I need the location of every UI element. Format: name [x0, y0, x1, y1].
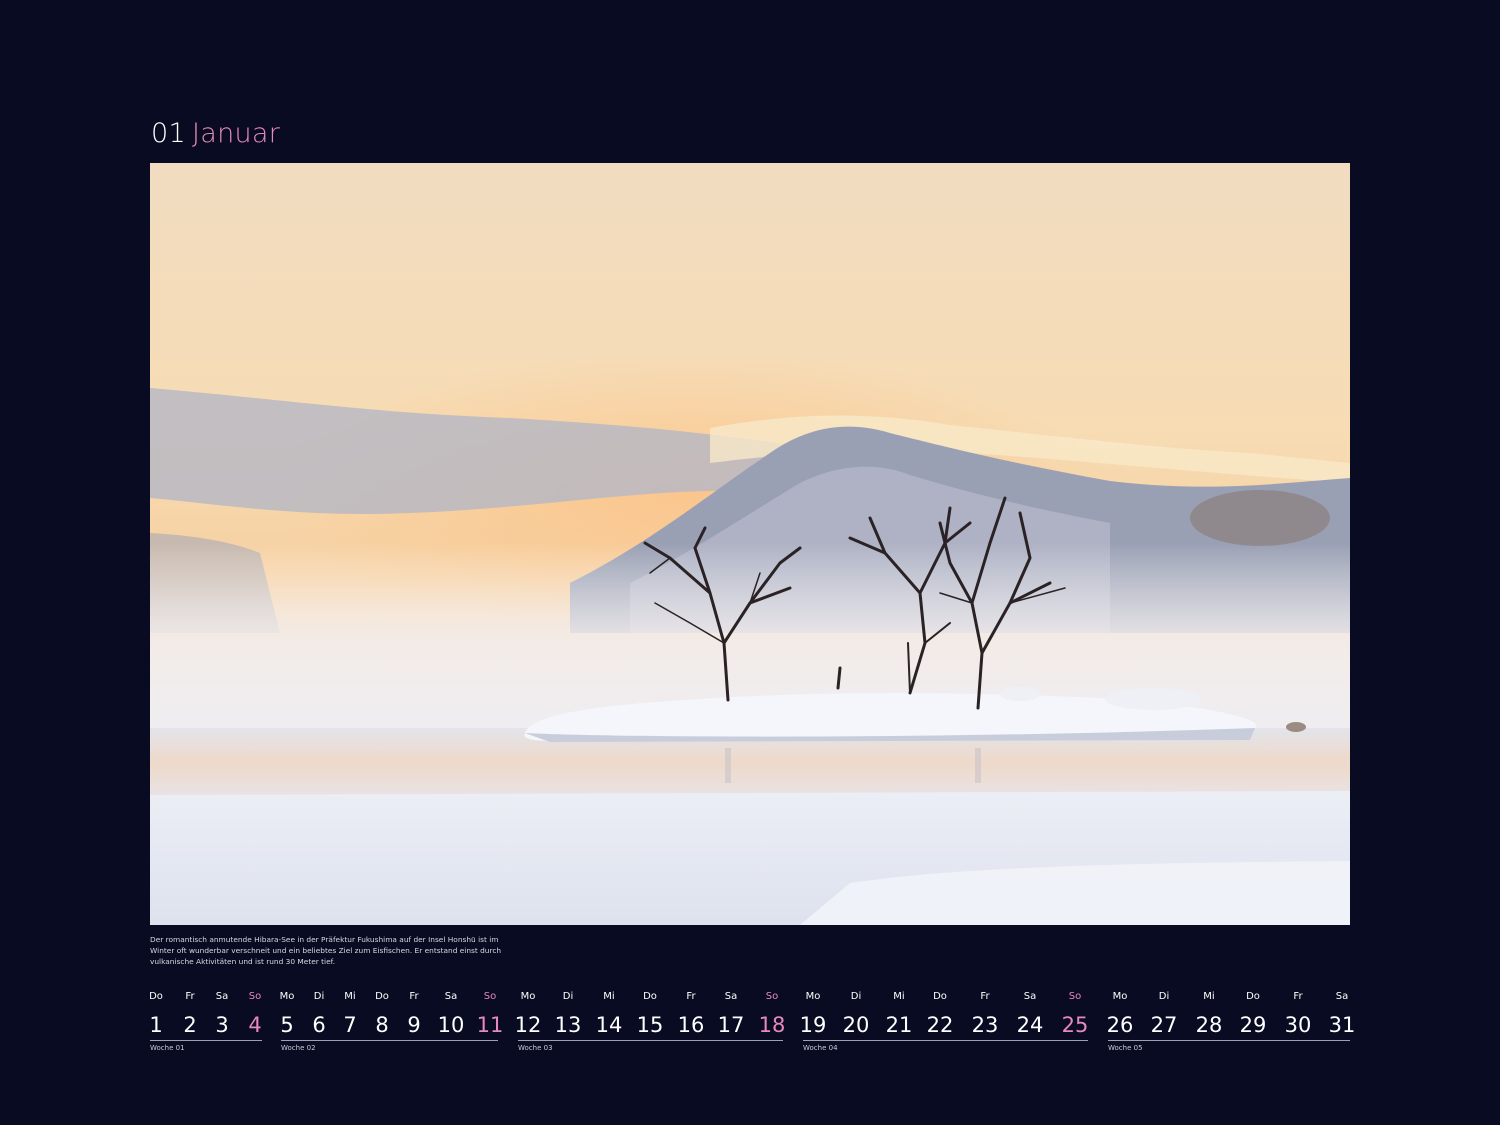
weekday-name: Sa	[1335, 991, 1349, 1002]
week-3: Woche 03 Mo 12 Di 13 Mi 14 Do 15 Fr 16 Sa 17 So 18	[515, 990, 786, 1052]
weekday-name: Mi	[893, 991, 905, 1002]
day-number: 17	[717, 1013, 745, 1037]
weekday-name: So	[765, 991, 779, 1002]
weekday-name: Mo	[1112, 991, 1128, 1002]
week-2: Woche 02 Mo 5 Di 6 Mi 7 Do 8 Fr 9 Sa 10 So 11	[280, 990, 504, 1052]
weekday-name: Sa	[1023, 991, 1037, 1002]
day-number: 12	[514, 1013, 542, 1037]
day-cell: Sa 24	[1010, 990, 1050, 1039]
weekday-name: Do	[643, 991, 657, 1002]
day-number: 23	[971, 1013, 999, 1037]
day-cell: Do 15	[630, 990, 670, 1039]
week-label: Woche 02	[281, 1044, 316, 1052]
month-name: Januar	[191, 118, 281, 149]
weekday-name: Fr	[409, 991, 419, 1002]
week-label: Woche 01	[150, 1044, 185, 1052]
day-number: 10	[437, 1013, 465, 1037]
weekday-name: Fr	[980, 991, 990, 1002]
month-number: 01	[151, 118, 186, 149]
day-number: 14	[595, 1013, 623, 1037]
day-cell: Do 22	[920, 990, 960, 1039]
day-cell: Fr 16	[671, 990, 711, 1039]
day-cell: Do 29	[1233, 990, 1273, 1039]
weekday-name: Fr	[1293, 991, 1303, 1002]
day-cell: Sa 10	[431, 990, 471, 1039]
day-number: 26	[1106, 1013, 1134, 1037]
day-number: 24	[1016, 1013, 1044, 1037]
week-label: Woche 05	[1108, 1044, 1143, 1052]
week-label: Woche 03	[518, 1044, 553, 1052]
day-number: 25	[1061, 1013, 1089, 1037]
day-number: 31	[1328, 1013, 1356, 1037]
weekday-name: Di	[1158, 991, 1170, 1002]
day-cell: So 18	[752, 990, 792, 1039]
weekday-name: Mo	[805, 991, 821, 1002]
day-cell: Fr 23	[965, 990, 1005, 1039]
photo-caption: Der romantisch anmutende Hibara-See in d…	[150, 935, 502, 966]
day-cell: Sa 17	[711, 990, 751, 1039]
calendar-strip: Woche 01 Do 1 Fr 2 Sa 3 So 4 Woche 02 Mo 5 Di 6 Mi 7…	[0, 990, 1500, 1060]
day-number: 13	[554, 1013, 582, 1037]
weekday-name: Do	[1246, 991, 1260, 1002]
day-number: 11	[476, 1013, 504, 1037]
day-number: 30	[1284, 1013, 1312, 1037]
week-divider	[1108, 1040, 1350, 1041]
weekday-name: Di	[850, 991, 862, 1002]
day-cell: Di 27	[1144, 990, 1184, 1039]
landscape-photo	[150, 163, 1350, 925]
weekday-name: Mi	[1203, 991, 1215, 1002]
day-number: 28	[1195, 1013, 1223, 1037]
weekday-name: Fr	[686, 991, 696, 1002]
weekday-name: Mi	[603, 991, 615, 1002]
day-number: 22	[926, 1013, 954, 1037]
weekday-name: So	[483, 991, 497, 1002]
weekday-name: Sa	[444, 991, 458, 1002]
day-cell: Mo 12	[508, 990, 548, 1039]
day-cell: So 25	[1055, 990, 1095, 1039]
weekday-name: Di	[562, 991, 574, 1002]
week-4: Woche 04 Mo 19 Di 20 Mi 21 Do 22 Fr 23 Sa 24 So 25	[800, 990, 1089, 1052]
day-cell: Mo 26	[1100, 990, 1140, 1039]
day-cell: Mi 28	[1189, 990, 1229, 1039]
week-divider	[150, 1040, 262, 1041]
day-cell: So 11	[470, 990, 510, 1039]
week-label: Woche 04	[803, 1044, 838, 1052]
day-cell: Fr 30	[1278, 990, 1318, 1039]
day-number: 19	[799, 1013, 827, 1037]
day-cell: Sa 31	[1322, 990, 1362, 1039]
weekday-name: So	[1068, 991, 1082, 1002]
day-number: 16	[677, 1013, 705, 1037]
week-divider	[518, 1040, 783, 1041]
day-number: 29	[1239, 1013, 1267, 1037]
day-cell: Fr 9	[394, 990, 434, 1039]
week-divider	[281, 1040, 498, 1041]
weekday-name: Sa	[724, 991, 738, 1002]
weekday-name: Do	[933, 991, 947, 1002]
month-title: 01 Januar	[151, 116, 280, 152]
week-1: Woche 01 Do 1 Fr 2 Sa 3 So 4	[149, 990, 262, 1052]
day-number: 9	[407, 1013, 421, 1037]
day-cell: Di 13	[548, 990, 588, 1039]
day-cell: Mi 14	[589, 990, 629, 1039]
day-number: 18	[758, 1013, 786, 1037]
day-cell: Di 20	[836, 990, 876, 1039]
day-number: 20	[842, 1013, 870, 1037]
weekday-name: Mo	[520, 991, 536, 1002]
day-number: 27	[1150, 1013, 1178, 1037]
day-cell: Mi 21	[879, 990, 919, 1039]
week-divider	[803, 1040, 1088, 1041]
day-number: 21	[885, 1013, 913, 1037]
week-5: Woche 05 Mo 26 Di 27 Mi 28 Do 29 Fr 30 Sa 31	[1107, 990, 1356, 1052]
day-cell: Mo 19	[793, 990, 833, 1039]
day-number: 15	[636, 1013, 664, 1037]
